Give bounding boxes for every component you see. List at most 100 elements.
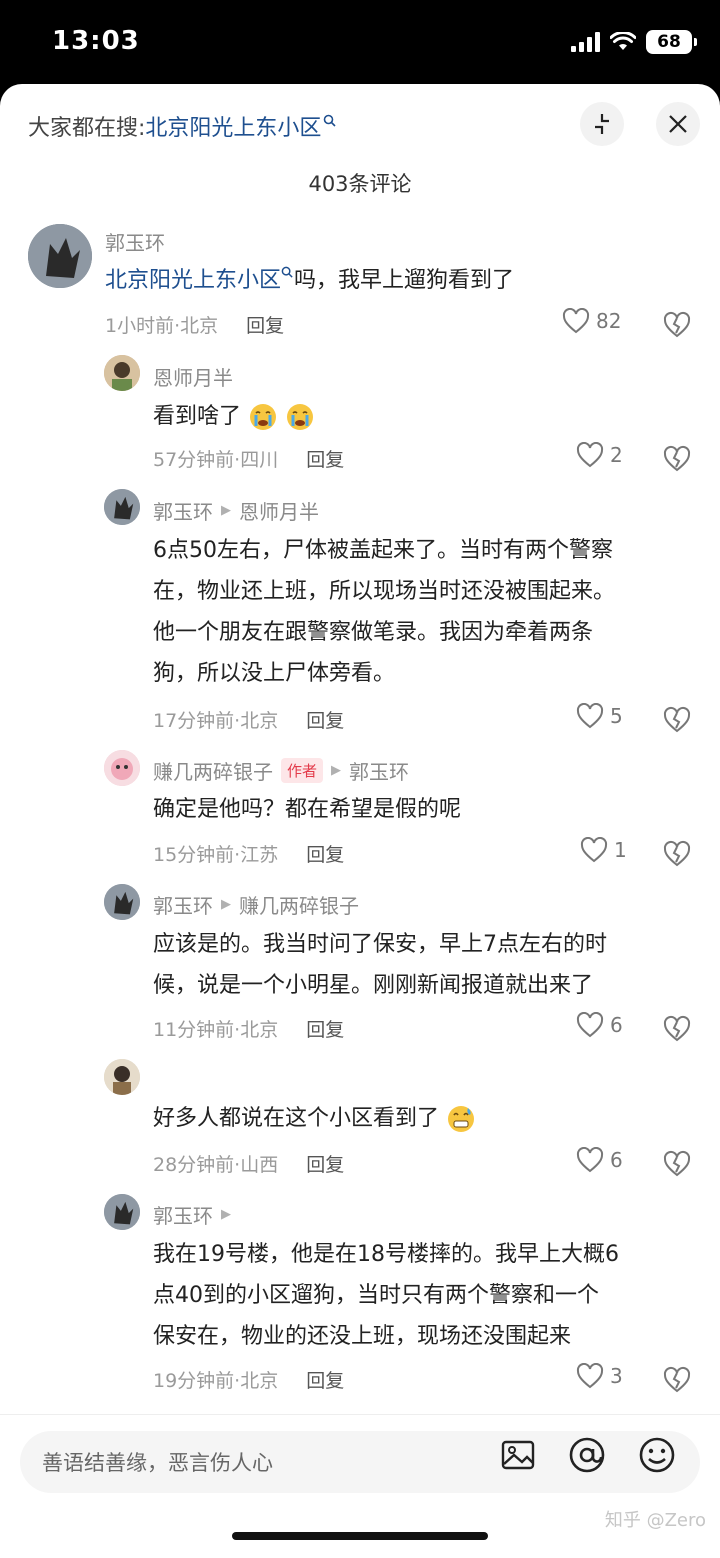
comment-text: 北京阳光上东小区 吗，我早上遛狗看到了 — [105, 266, 515, 293]
comment-time-location: 19分钟前·北京 — [153, 1370, 279, 1392]
reply-arrow-icon: ▶ — [221, 1207, 231, 1222]
comment-meta: 28分钟前·山西 回复 — [153, 1150, 344, 1177]
comment-username-line: 郭玉环 ▶ 赚几两碎银子 — [153, 890, 359, 919]
avatar[interactable] — [104, 1194, 140, 1230]
comment-input-placeholder: 善语结善缘，恶言伤人心 — [42, 1451, 273, 1475]
comment-meta: 15分钟前·江苏 回复 — [153, 840, 344, 867]
reply-to-username[interactable]: 郭玉环 — [349, 756, 409, 785]
reply-button[interactable]: 回复 — [306, 1150, 344, 1177]
avatar[interactable] — [28, 224, 92, 288]
heart-icon — [576, 703, 604, 729]
like-button[interactable]: 82 — [562, 308, 621, 334]
reply-button[interactable]: 回复 — [306, 706, 344, 733]
like-button[interactable]: 3 — [576, 1363, 623, 1389]
like-count: 2 — [610, 443, 623, 467]
dislike-button[interactable] — [662, 1148, 692, 1178]
like-count: 3 — [610, 1364, 623, 1388]
comment-time-location: 11分钟前·北京 — [153, 1019, 279, 1041]
close-icon — [669, 115, 687, 133]
comment-sheet: 大家都在搜: 北京阳光上东小区 403条评论 郭玉环 北京阳光上东小区 吗，我早上… — [0, 84, 720, 1558]
grimacing-sweat-emoji-icon — [448, 1106, 475, 1132]
search-icon — [324, 114, 337, 127]
avatar[interactable] — [104, 750, 140, 786]
reply-arrow-icon: ▶ — [221, 897, 231, 912]
comment-meta: 19分钟前·北京 回复 — [153, 1366, 344, 1393]
at-mention-icon[interactable] — [567, 1435, 607, 1475]
author-badge: 作者 — [281, 758, 324, 783]
avatar[interactable] — [104, 884, 140, 920]
like-count: 1 — [614, 838, 627, 862]
comment-time-location: 28分钟前·山西 — [153, 1154, 279, 1176]
reply-button[interactable]: 回复 — [306, 1015, 344, 1042]
comment-text: 我在19号楼，他是在18号楼摔的。我早上大概6 点40到的小区遛狗，当时只有两个… — [153, 1242, 619, 1349]
comment-time-location: 1小时前·北京 — [105, 315, 219, 337]
reply-button[interactable]: 回复 — [246, 311, 284, 338]
avatar[interactable] — [104, 355, 140, 391]
reply-to-username[interactable]: 赚几两碎银子 — [239, 890, 359, 919]
reply-button[interactable]: 回复 — [306, 445, 344, 472]
comment-meta: 57分钟前·四川 回复 — [153, 445, 344, 472]
wifi-icon — [610, 32, 636, 50]
like-count: 5 — [610, 704, 623, 728]
comment-time-location: 17分钟前·北京 — [153, 710, 279, 732]
dislike-button[interactable] — [662, 1364, 692, 1394]
comment-text: 看到啥了 — [153, 396, 315, 437]
comment-meta: 1小时前·北京 回复 — [105, 311, 284, 338]
like-button[interactable]: 1 — [580, 837, 627, 863]
dislike-button[interactable] — [662, 704, 692, 734]
dislike-button[interactable] — [662, 838, 692, 868]
reply-arrow-icon: ▶ — [331, 763, 342, 778]
search-icon — [281, 266, 293, 278]
battery-indicator: 68 — [646, 30, 697, 54]
like-button[interactable]: 6 — [576, 1012, 623, 1038]
comment-username[interactable]: 恩师月半 — [153, 362, 233, 391]
avatar[interactable] — [104, 1059, 140, 1095]
collapse-button[interactable] — [580, 102, 624, 146]
comment-count: 403条评论 — [308, 172, 412, 196]
comment-username[interactable]: 郭玉环 — [153, 890, 213, 919]
comment-text: 6点50左右，尸体被盖起来了。当时有两个警察 在，物业还上班，所以现场当时还没被… — [153, 538, 616, 686]
search-suggestion[interactable]: 大家都在搜: 北京阳光上东小区 — [28, 110, 337, 142]
comment-username[interactable]: 郭玉环 — [105, 227, 165, 256]
comment-username-line: 赚几两碎银子 作者 ▶ 郭玉环 — [153, 756, 409, 785]
comment-meta: 17分钟前·北京 回复 — [153, 706, 344, 733]
heart-icon — [562, 308, 590, 334]
like-button[interactable]: 5 — [576, 703, 623, 729]
heart-icon — [576, 1363, 604, 1389]
comment-time-location: 57分钟前·四川 — [153, 449, 279, 471]
heart-icon — [576, 1147, 604, 1173]
comment-username[interactable]: 赚几两碎银子 — [153, 756, 273, 785]
status-time: 13:03 — [52, 26, 140, 56]
like-button[interactable]: 2 — [576, 442, 623, 468]
reply-arrow-icon: ▶ — [221, 503, 231, 518]
search-suggestion-prefix: 大家都在搜: — [28, 116, 146, 141]
emoji-icon[interactable] — [637, 1435, 677, 1475]
comment-time-location: 15分钟前·江苏 — [153, 844, 279, 866]
dislike-button[interactable] — [662, 309, 692, 339]
crying-emoji-icon — [287, 404, 314, 430]
image-icon[interactable] — [498, 1435, 538, 1475]
comment-search-link[interactable]: 北京阳光上东小区 — [105, 268, 281, 293]
reply-to-username[interactable]: 恩师月半 — [239, 496, 319, 525]
like-button[interactable]: 6 — [576, 1147, 623, 1173]
status-icons: 68 — [571, 30, 697, 54]
close-button[interactable] — [656, 102, 700, 146]
reply-button[interactable]: 回复 — [306, 840, 344, 867]
comment-username[interactable]: 郭玉环 — [153, 1200, 213, 1229]
heart-icon — [576, 1012, 604, 1038]
like-count: 6 — [610, 1148, 623, 1172]
comment-username[interactable]: 郭玉环 — [153, 496, 213, 525]
comment-username-line: 郭玉环 ▶ 恩师月半 — [153, 496, 319, 525]
heart-icon — [576, 442, 604, 468]
search-suggestion-keyword[interactable]: 北京阳光上东小区 — [145, 110, 337, 142]
like-count: 6 — [610, 1013, 623, 1037]
crying-emoji-icon — [250, 404, 277, 430]
avatar[interactable] — [104, 489, 140, 525]
home-indicator[interactable] — [232, 1532, 488, 1540]
dislike-button[interactable] — [662, 1013, 692, 1043]
reply-button[interactable]: 回复 — [306, 1366, 344, 1393]
signal-icon — [571, 32, 600, 52]
status-bar: 13:03 68 — [0, 0, 720, 84]
dislike-button[interactable] — [662, 443, 692, 473]
collapse-icon — [595, 114, 609, 134]
